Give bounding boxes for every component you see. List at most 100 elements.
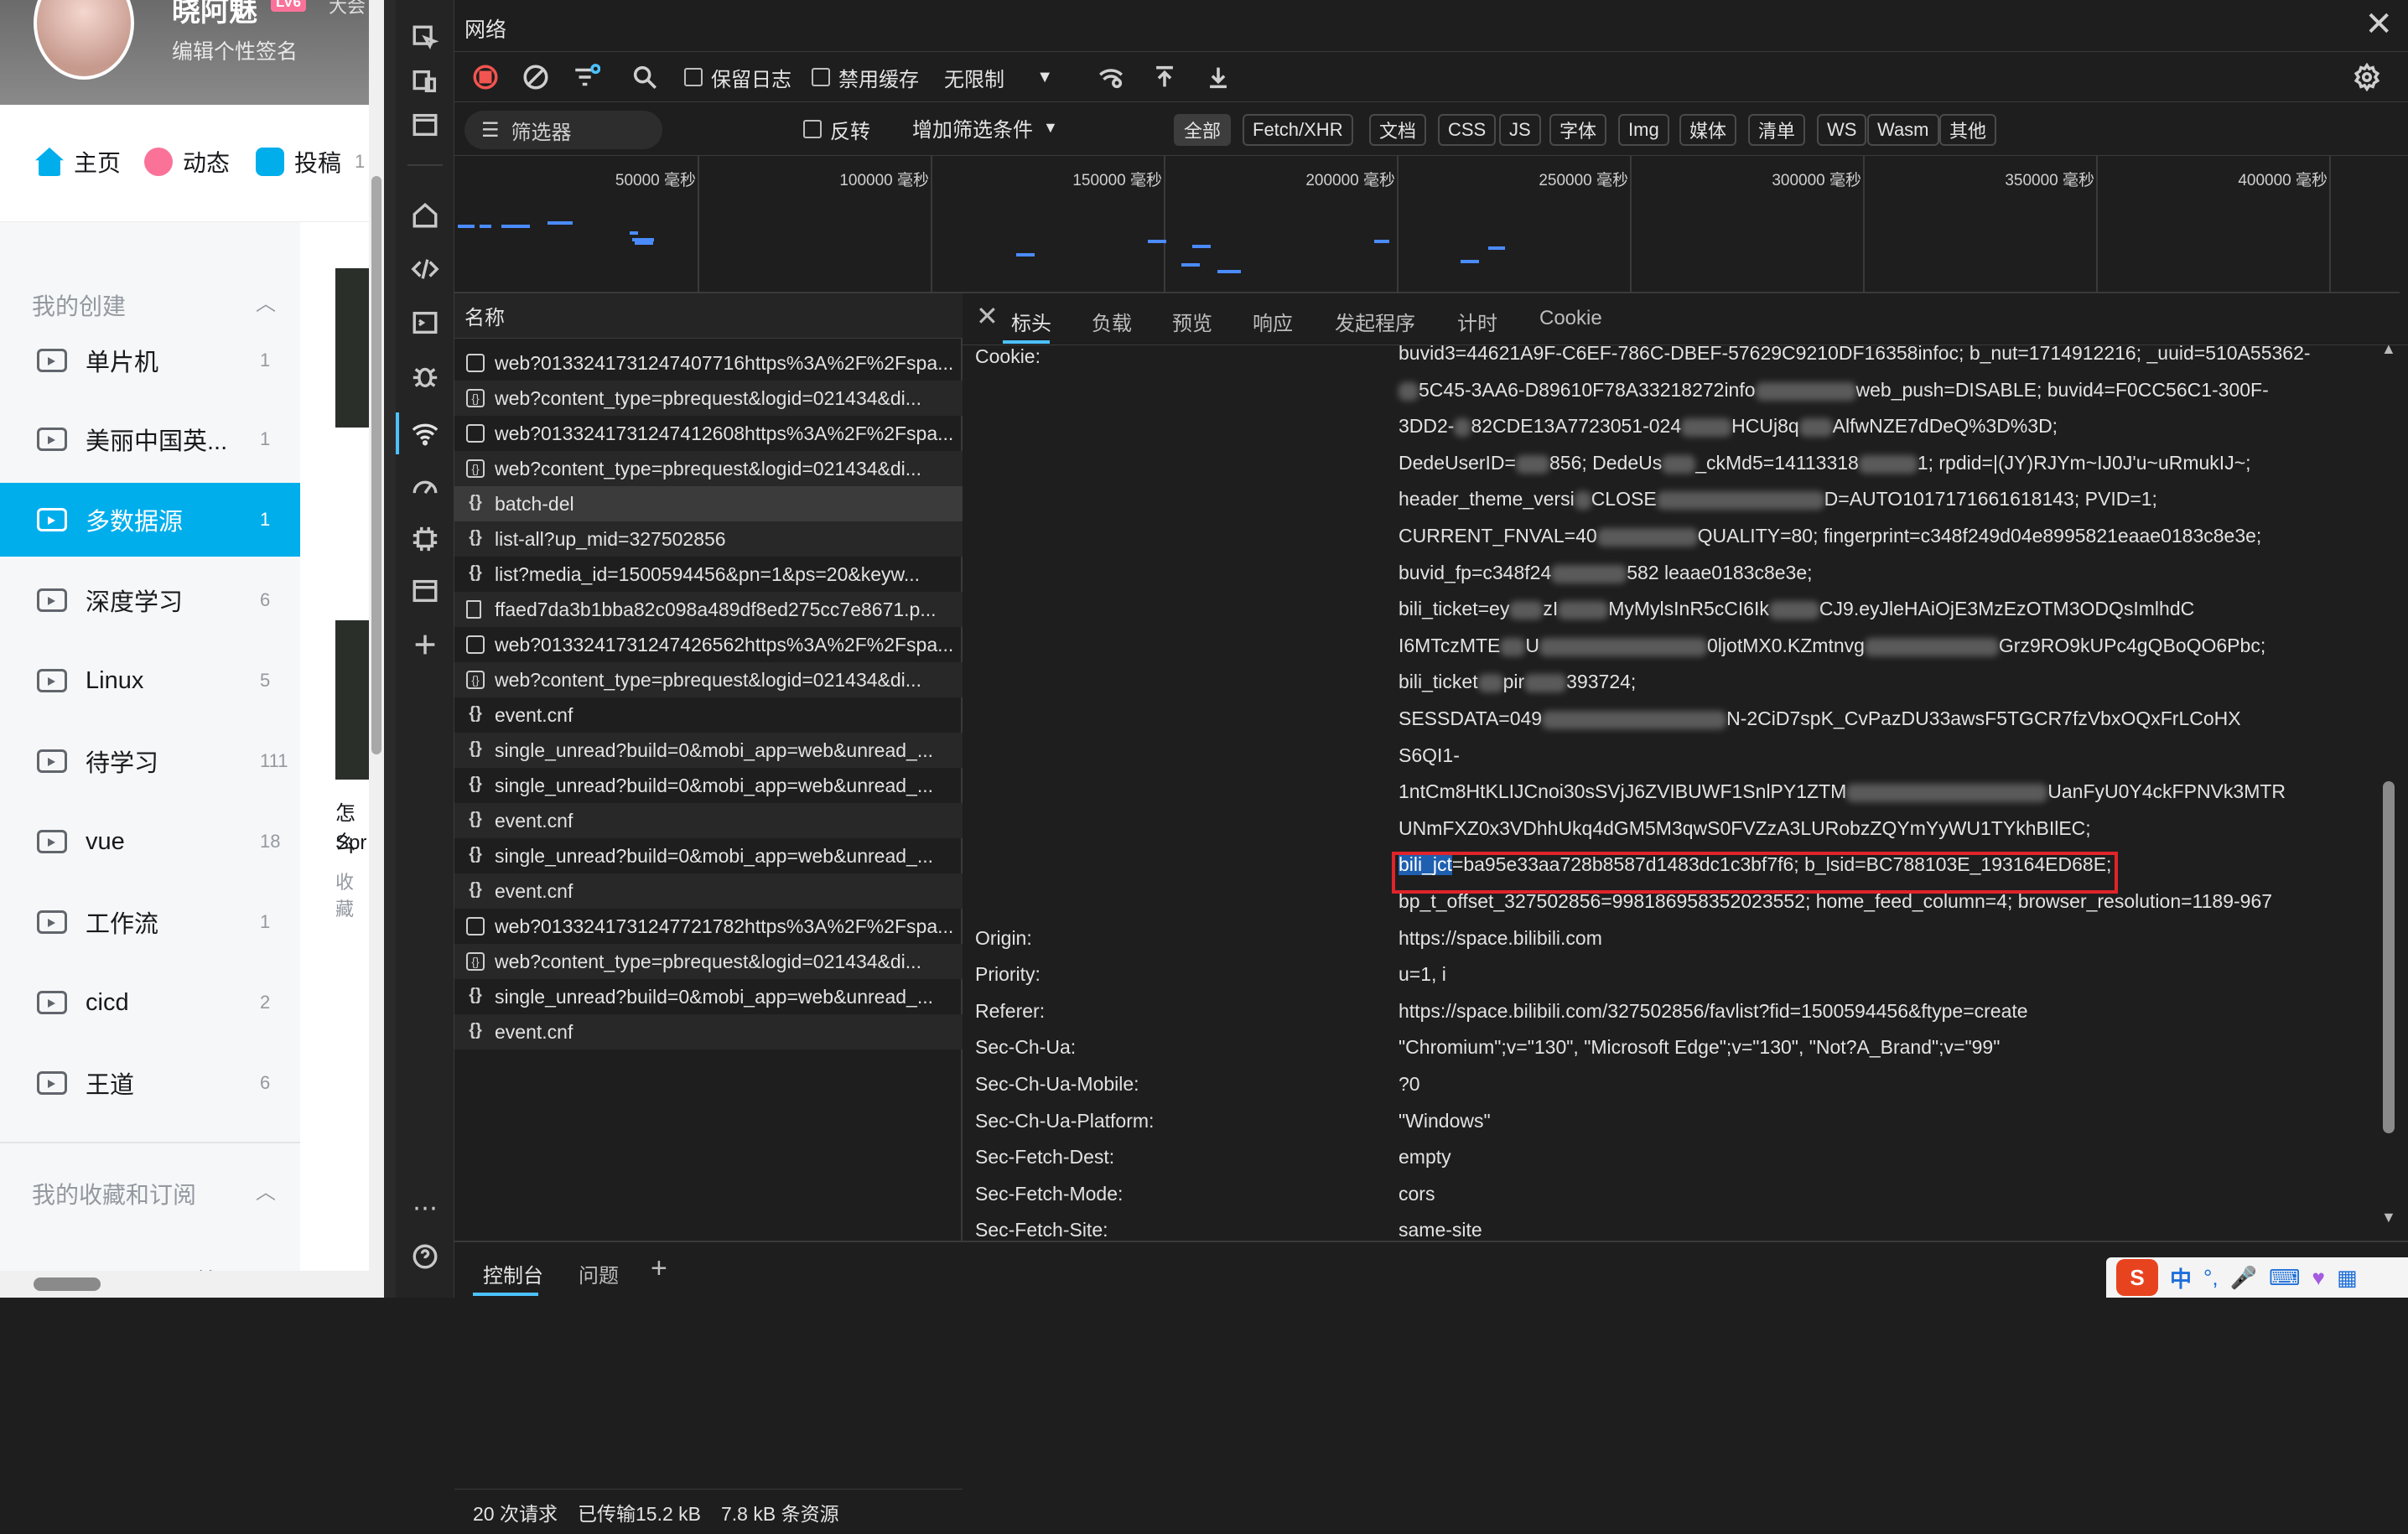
- nav-dynamic[interactable]: 动态: [144, 145, 230, 179]
- tab-issues[interactable]: 问题: [579, 1259, 619, 1288]
- preserve-log-checkbox[interactable]: 保留日志: [684, 60, 791, 94]
- request-row[interactable]: {} web?content_type=pbrequest&logid=02143…: [454, 381, 963, 416]
- request-row[interactable]: web?0133241731247412608https%3A%2F%2Fspa…: [454, 416, 963, 451]
- page-scrollbar[interactable]: [369, 0, 384, 1298]
- ime-punct[interactable]: °,: [2203, 1265, 2219, 1291]
- sidebar-item-favlist[interactable]: 美丽中国英... 1: [0, 402, 300, 476]
- tab-6[interactable]: Cookie: [1539, 307, 1602, 330]
- performance-icon[interactable]: [407, 469, 443, 505]
- network-overview-timeline[interactable]: 50000 毫秒 100000 毫秒 150000 毫秒 200000 毫秒 25000…: [454, 156, 2400, 293]
- column-header-name[interactable]: 名称: [454, 293, 963, 339]
- tab-2[interactable]: 预览: [1172, 307, 1212, 336]
- add-tool-icon[interactable]: [407, 627, 443, 662]
- sidebar-item-favlist[interactable]: 待学习 111: [0, 724, 300, 798]
- request-row[interactable]: {} event.cnf: [454, 697, 963, 733]
- request-row[interactable]: {} event.cnf: [454, 803, 963, 838]
- ime-language[interactable]: 中: [2170, 1262, 2192, 1293]
- elements-code-icon[interactable]: [407, 251, 443, 287]
- memory-chip-icon[interactable]: [407, 521, 443, 557]
- details-scrollbar[interactable]: ▲ ▼: [2378, 340, 2400, 1241]
- request-row[interactable]: web?0133241731247426562https%3A%2F%2Fspa…: [454, 627, 963, 662]
- sogou-logo-icon[interactable]: S: [2116, 1259, 2158, 1296]
- request-row[interactable]: {} list-all?up_mid=327502856: [454, 521, 963, 557]
- device-emulation-icon[interactable]: [407, 64, 443, 99]
- splitter[interactable]: [384, 0, 396, 1298]
- close-icon[interactable]: ✕: [2364, 5, 2393, 44]
- nav-post[interactable]: 投稿 1: [256, 145, 365, 179]
- sidebar-item-favlist[interactable]: 工作流 1: [0, 885, 300, 959]
- window-icon[interactable]: [407, 107, 443, 143]
- request-row[interactable]: ffaed7da3b1bba82c098a489df8ed275cc7e8671…: [454, 592, 963, 627]
- search-icon[interactable]: [631, 60, 659, 94]
- filter-type-0[interactable]: 全部: [1174, 114, 1232, 146]
- tab-5[interactable]: 计时: [1457, 307, 1497, 336]
- tab-4[interactable]: 发起程序: [1335, 307, 1415, 336]
- tab-3[interactable]: 响应: [1253, 307, 1293, 336]
- checkbox[interactable]: [684, 68, 703, 86]
- sidebar-item-favlist[interactable]: 单片机 1: [0, 324, 300, 397]
- record-stop-icon[interactable]: [471, 60, 500, 94]
- network-wifi-icon[interactable]: [407, 416, 443, 451]
- tab-console[interactable]: 控制台: [483, 1259, 543, 1288]
- scroll-down-icon[interactable]: ▼: [2381, 1209, 2396, 1226]
- request-row[interactable]: {} single_unread?build=0&mobi_app=web&unr…: [454, 979, 963, 1014]
- sidebar-item-favlist[interactable]: cicd 2: [0, 966, 300, 1039]
- sidebar-item-favlist[interactable]: vue 18: [0, 805, 300, 878]
- request-row[interactable]: web?0133241731247407716https%3A%2F%2Fspa…: [454, 345, 963, 381]
- filter-type-11[interactable]: 其他: [1939, 114, 1997, 146]
- import-har-icon[interactable]: [1150, 60, 1179, 94]
- checkbox[interactable]: [812, 68, 830, 86]
- settings-gear-icon[interactable]: [2353, 60, 2381, 94]
- video-thumbnail[interactable]: [335, 268, 369, 428]
- request-row[interactable]: {} event.cnf: [454, 873, 963, 909]
- clear-icon[interactable]: [522, 60, 550, 94]
- request-row[interactable]: {} list?media_id=1500594456&pn=1&ps=20&ke…: [454, 557, 963, 592]
- filter-type-5[interactable]: 字体: [1549, 114, 1607, 146]
- checkbox[interactable]: [803, 120, 822, 138]
- filter-type-7[interactable]: 媒体: [1679, 114, 1737, 146]
- request-row[interactable]: {} single_unread?build=0&mobi_app=web&unr…: [454, 768, 963, 803]
- close-icon[interactable]: ✕: [976, 300, 999, 332]
- filter-type-8[interactable]: 清单: [1748, 114, 1806, 146]
- signature-edit[interactable]: 编辑个性签名: [172, 35, 298, 65]
- filter-type-4[interactable]: JS: [1499, 114, 1541, 146]
- filter-type-9[interactable]: WS: [1817, 114, 1867, 146]
- nav-home[interactable]: 主页: [35, 145, 121, 179]
- chevron-up-icon[interactable]: ︿: [256, 287, 276, 316]
- request-row[interactable]: {} single_unread?build=0&mobi_app=web&unr…: [454, 733, 963, 768]
- chevron-up-icon[interactable]: ︿: [256, 1175, 276, 1205]
- request-row[interactable]: {} event.cnf: [454, 1014, 963, 1049]
- sidebar-item-favlist[interactable]: Linux 5: [0, 644, 300, 718]
- filter-toggle-icon[interactable]: [572, 60, 600, 94]
- video-title[interactable]: Spr: [335, 832, 366, 855]
- request-row[interactable]: {} web?content_type=pbrequest&logid=02143…: [454, 944, 963, 979]
- welcome-home-icon[interactable]: [407, 198, 443, 233]
- keyboard-icon[interactable]: ⌨: [2269, 1265, 2301, 1291]
- filter-type-1[interactable]: Fetch/XHR: [1243, 114, 1353, 146]
- more-filters-dropdown[interactable]: 增加筛选条件 ▼: [912, 111, 1058, 144]
- sidebar-item-favlist[interactable]: 多数据源 1: [0, 483, 300, 557]
- sources-bug-icon[interactable]: [407, 359, 443, 394]
- filter-type-3[interactable]: CSS: [1438, 114, 1497, 146]
- add-tab-icon[interactable]: +: [651, 1252, 667, 1285]
- inspect-element-icon[interactable]: [407, 20, 443, 55]
- request-row[interactable]: {} web?content_type=pbrequest&logid=02143…: [454, 451, 963, 486]
- grid-menu-icon[interactable]: ▦: [2337, 1265, 2358, 1291]
- sidebar-item-favlist[interactable]: 深度学习 6: [0, 563, 300, 637]
- request-row[interactable]: {} single_unread?build=0&mobi_app=web&unr…: [454, 838, 963, 873]
- scrollbar-thumb[interactable]: [34, 1277, 101, 1291]
- network-conditions-icon[interactable]: [1097, 60, 1125, 94]
- microphone-icon[interactable]: 🎤: [2230, 1265, 2257, 1291]
- filter-input[interactable]: ☰ 筛选器: [464, 111, 662, 149]
- disable-cache-checkbox[interactable]: 禁用缓存: [812, 60, 919, 94]
- export-har-icon[interactable]: [1204, 60, 1233, 94]
- sidebar-item-favlist[interactable]: 王道 6: [0, 1046, 300, 1120]
- tab-0[interactable]: 标头: [1011, 307, 1051, 336]
- console-icon[interactable]: [407, 305, 443, 340]
- horizontal-scrollbar[interactable]: [0, 1271, 369, 1298]
- scrollbar-thumb[interactable]: [371, 176, 381, 754]
- more-tools-icon[interactable]: ⋯: [407, 1190, 443, 1226]
- filter-type-6[interactable]: Img: [1618, 114, 1669, 146]
- video-thumbnail[interactable]: [335, 620, 369, 780]
- filter-type-2[interactable]: 文档: [1369, 114, 1427, 146]
